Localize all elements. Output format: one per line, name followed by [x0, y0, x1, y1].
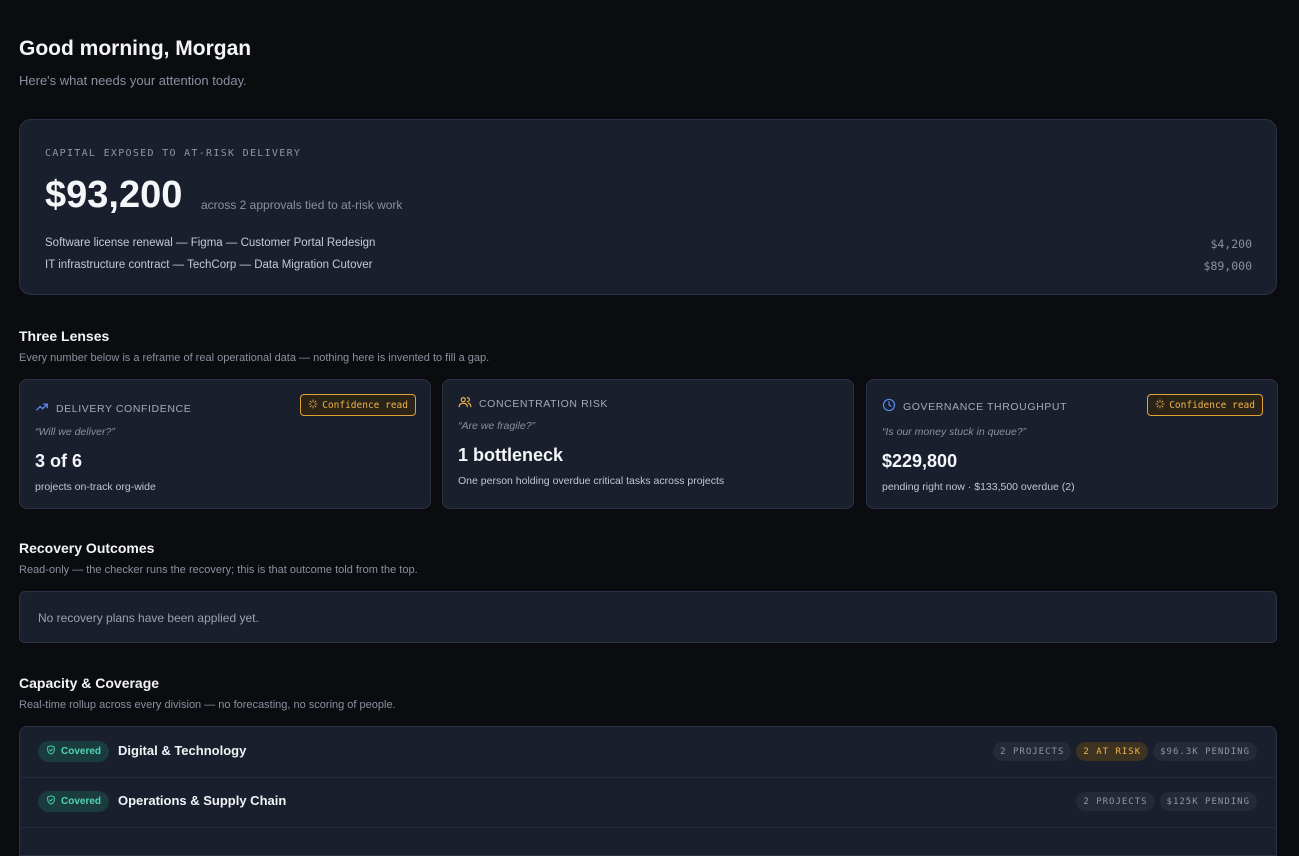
coverage-subtitle: Real-time rollup across every division —… [19, 699, 396, 711]
pending-pill: $125K PENDING [1159, 792, 1257, 811]
lens-label: GOVERNANCE THROUGHPUT [903, 400, 1068, 413]
lens-question: “Are we fragile?” [458, 420, 536, 432]
status-badge: Covered [38, 741, 110, 762]
lenses-subtitle: Every number below is a reframe of real … [19, 352, 490, 364]
recovery-title: Recovery Outcomes [19, 540, 155, 556]
lens-label: CONCENTRATION RISK [479, 397, 609, 410]
lenses-title: Three Lenses [19, 328, 110, 344]
division-row-digital-technology[interactable]: Covered Digital & Technology 2 PROJECTS … [20, 727, 1276, 778]
recovery-empty-text: No recovery plans have been applied yet. [38, 611, 259, 625]
clock-icon [882, 398, 896, 415]
lens-value: 3 of 6 [35, 451, 83, 471]
lens-question: “Will we deliver?” [35, 426, 115, 438]
page-title: Good morning, Morgan [19, 37, 252, 60]
sparkle-icon [308, 398, 318, 412]
confidence-badge: Confidence read [300, 394, 416, 416]
lens-card-governance-throughput[interactable]: GOVERNANCE THROUGHPUT Confidence read “I… [866, 379, 1278, 509]
division-row-operations-supply-chain[interactable]: Covered Operations & Supply Chain 2 PROJ… [20, 777, 1276, 828]
capital-item[interactable]: Software license renewal — Figma — Custo… [45, 237, 1252, 251]
lens-label: DELIVERY CONFIDENCE [56, 402, 192, 415]
recovery-empty-state: No recovery plans have been applied yet. [19, 591, 1277, 643]
division-name: Operations & Supply Chain [118, 793, 287, 808]
capital-item-amount: $4,200 [1210, 237, 1252, 251]
trending-up-icon [35, 400, 49, 417]
coverage-list: Covered Digital & Technology 2 PROJECTS … [19, 726, 1277, 856]
lens-question: “Is our money stuck in queue?” [882, 426, 1027, 438]
badge-label: Confidence read [322, 399, 408, 411]
capital-label: CAPITAL EXPOSED TO AT-RISK DELIVERY [45, 148, 302, 159]
at-risk-pill: 2 AT RISK [1076, 742, 1149, 761]
confidence-badge: Confidence read [1147, 394, 1263, 416]
projects-pill: 2 PROJECTS [993, 742, 1072, 761]
shield-check-icon [46, 795, 56, 808]
status-label: Covered [61, 796, 102, 807]
badge-label: Confidence read [1169, 399, 1255, 411]
sparkle-icon [1155, 398, 1165, 412]
capital-amount: $93,200 [45, 174, 183, 216]
capital-item-amount: $89,000 [1203, 259, 1252, 273]
capital-item-label: IT infrastructure contract — TechCorp — … [45, 259, 373, 271]
capital-exposure-card: CAPITAL EXPOSED TO AT-RISK DELIVERY $93,… [19, 119, 1277, 295]
users-icon [458, 395, 472, 412]
projects-pill: 2 PROJECTS [1076, 792, 1155, 811]
lens-card-delivery-confidence[interactable]: DELIVERY CONFIDENCE Confidence read “Wil… [19, 379, 431, 509]
shield-check-icon [46, 745, 56, 758]
lens-description: pending right now · $133,500 overdue (2) [882, 481, 1075, 493]
lens-description: projects on-track org-wide [35, 481, 156, 493]
lens-card-concentration-risk[interactable]: CONCENTRATION RISK “Are we fragile?” 1 b… [442, 379, 854, 509]
division-name: Digital & Technology [118, 743, 247, 758]
capital-item-label: Software license renewal — Figma — Custo… [45, 237, 376, 249]
capital-item[interactable]: IT infrastructure contract — TechCorp — … [45, 259, 1252, 273]
lens-value: $229,800 [882, 451, 958, 471]
division-stats: 2 PROJECTS $125K PENDING [1076, 792, 1257, 811]
coverage-title: Capacity & Coverage [19, 675, 160, 691]
page-subtitle: Here's what needs your attention today. [19, 73, 247, 88]
status-badge: Covered [38, 791, 110, 812]
division-stats: 2 PROJECTS 2 AT RISK $96.3K PENDING [993, 742, 1257, 761]
lens-value: 1 bottleneck [458, 445, 564, 465]
pending-pill: $96.3K PENDING [1153, 742, 1257, 761]
status-label: Covered [61, 746, 102, 757]
lens-description: One person holding overdue critical task… [458, 475, 725, 487]
recovery-subtitle: Read-only — the checker runs the recover… [19, 564, 418, 576]
capital-caption: across 2 approvals tied to at-risk work [201, 198, 403, 212]
